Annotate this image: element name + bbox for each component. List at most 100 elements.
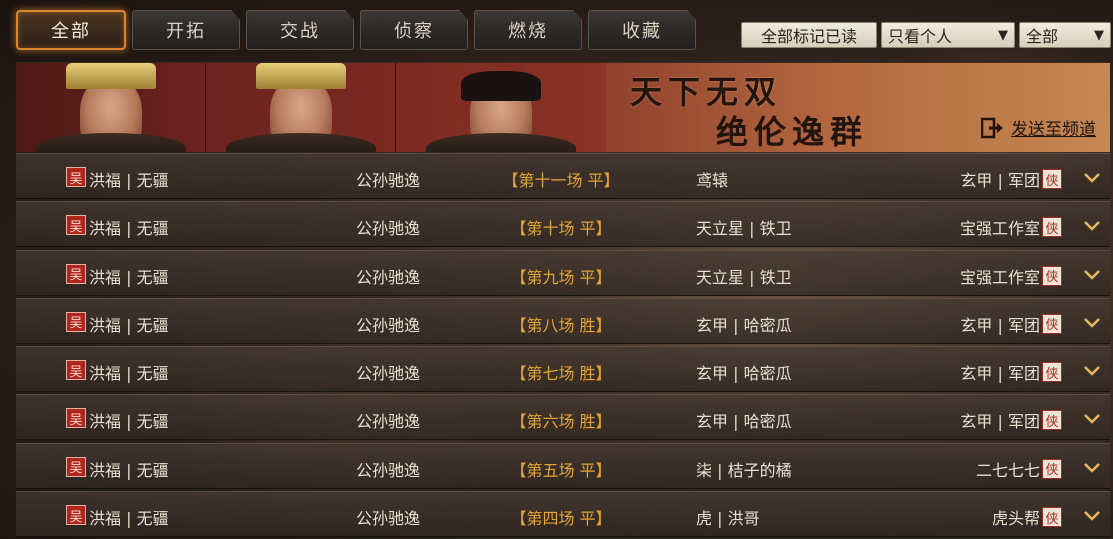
tab-battle[interactable]: 交战 [246,10,354,50]
battle-row[interactable]: 吴 洪福 | 无疆 公孙驰逸 【第五场 平】 柒 | 桔子的橘 二七七七 侠 [16,442,1110,489]
hero-badge: 侠 [1042,217,1062,238]
hero-hair [461,71,541,101]
battle-row[interactable]: 吴 洪福 | 无疆 公孙驰逸 【第八场 胜】 玄甲 | 哈密瓜 玄甲 | 军团 … [16,297,1110,344]
faction-badge: 吴 [66,311,86,332]
hero-portrait [396,63,606,152]
filter-controls: 全部标记已读 只看个人 ▼ 全部 ▼ [741,22,1111,48]
match-result: 【第十场 平】 [510,219,612,239]
defender-group: 玄甲 | 军团 侠 [960,312,1062,336]
battle-row[interactable]: 吴 洪福 | 无疆 公孙驰逸 【第六场 胜】 玄甲 | 哈密瓜 玄甲 | 军团 … [16,394,1110,441]
defender-group-label: 宝强工作室 [959,267,1040,287]
chevron-down-icon[interactable] [1082,167,1102,187]
chevron-down-icon[interactable] [1082,457,1102,477]
scope-filter-dropdown[interactable]: 全部 ▼ [1019,22,1111,48]
hero-portrait [206,63,396,152]
tab-expand[interactable]: 开拓 [132,10,240,50]
attacker-name: 洪福 | 无疆 [89,315,169,335]
hero-badge: 侠 [1042,265,1062,286]
match-result: 【第八场 胜】 [510,315,612,335]
faction-badge: 吴 [66,360,86,381]
attacker-hero: 公孙驰逸 [356,219,421,239]
personal-filter-label: 只看个人 [888,27,953,46]
attacker-name: 洪福 | 无疆 [89,171,169,190]
defender-name: 玄甲 | 哈密瓜 [696,315,792,335]
hero-robe [426,133,576,152]
battle-row[interactable]: 吴 洪福 | 无疆 公孙驰逸 【第七场 胜】 玄甲 | 哈密瓜 玄甲 | 军团 … [16,346,1110,393]
tab-all[interactable]: 全部 [16,10,126,50]
defender-group: 宝强工作室 侠 [960,215,1062,239]
banner-subtitle: 绝伦逸群 [716,113,869,151]
match-result: 【第四场 平】 [510,509,612,529]
attacker-name: 洪福 | 无疆 [89,460,169,480]
hero-badge: 侠 [1042,507,1062,528]
send-to-channel-label: 发送至频道 [1011,120,1096,140]
faction-badge: 吴 [66,456,86,477]
faction-badge: 吴 [66,215,86,236]
defender-group: 二七七七 侠 [976,457,1062,481]
defender-group-label: 宝强工作室 [959,219,1040,239]
chevron-down-icon[interactable] [1082,312,1102,332]
faction-badge: 吴 [66,408,86,429]
attacker-name: 洪福 | 无疆 [89,412,169,432]
hero-badge: 侠 [1042,458,1062,479]
mark-all-read-button[interactable]: 全部标记已读 [741,22,877,48]
attacker-name: 洪福 | 无疆 [89,219,169,239]
defender-group: 虎头帮 侠 [992,505,1062,529]
match-result: 【第六场 胜】 [510,412,612,432]
attacker-hero: 公孙驰逸 [356,509,421,529]
tab-scout[interactable]: 侦察 [360,10,468,50]
chevron-down-icon[interactable] [1082,408,1102,428]
faction-badge: 吴 [66,263,86,284]
hero-badge: 侠 [1042,410,1062,431]
attacker-hero: 公孙驰逸 [356,171,421,190]
battle-row[interactable]: 吴 洪福 | 无疆 公孙驰逸 【第十场 平】 天立星 | 铁卫 宝强工作室 侠 [16,201,1110,248]
hero-crown [255,63,346,89]
chevron-down-icon[interactable] [1082,215,1102,235]
defender-group: 玄甲 | 军团 侠 [960,167,1062,191]
defender-name: 鸢辕 [696,171,729,190]
personal-filter-dropdown[interactable]: 只看个人 ▼ [881,22,1015,48]
defender-group: 玄甲 | 军团 侠 [960,408,1062,432]
defender-group-label: 玄甲 | 军团 [960,315,1040,335]
faction-badge: 吴 [66,167,86,187]
tab-favorites[interactable]: 收藏 [588,10,696,50]
defender-name: 柒 | 桔子的橘 [696,460,792,480]
attacker-name: 洪福 | 无疆 [89,509,169,529]
attacker-hero: 公孙驰逸 [356,267,421,287]
defender-group: 宝强工作室 侠 [960,264,1062,288]
battle-report-list: 吴 洪福 | 无疆 公孙驰逸 【第十一场 平】 鸢辕 玄甲 | 军团 侠 吴 洪… [16,153,1110,539]
defender-name: 虎 | 洪哥 [696,509,760,529]
defender-name: 天立星 | 铁卫 [696,219,792,239]
defender-name: 玄甲 | 哈密瓜 [696,364,792,384]
chevron-down-icon[interactable] [1082,360,1102,380]
hero-badge: 侠 [1042,313,1062,334]
share-exit-icon [981,117,1005,139]
achievement-banner: 天下无双 绝伦逸群 发送至频道 [16,62,1110,152]
defender-name: 玄甲 | 哈密瓜 [696,412,792,432]
battle-row[interactable]: 吴 洪福 | 无疆 公孙驰逸 【第十一场 平】 鸢辕 玄甲 | 军团 侠 [16,153,1110,199]
faction-badge: 吴 [66,505,86,526]
attacker-hero: 公孙驰逸 [356,364,421,384]
defender-group-label: 玄甲 | 军团 [960,412,1040,432]
hero-robe [225,133,376,152]
match-result: 【第十一场 平】 [502,171,620,190]
match-result: 【第七场 胜】 [510,364,612,384]
battle-row[interactable]: 吴 洪福 | 无疆 公孙驰逸 【第四场 平】 虎 | 洪哥 虎头帮 侠 [16,491,1110,538]
battle-row[interactable]: 吴 洪福 | 无疆 公孙驰逸 【第九场 平】 天立星 | 铁卫 宝强工作室 侠 [16,249,1110,296]
scope-filter-label: 全部 [1026,27,1059,46]
attacker-hero: 公孙驰逸 [356,412,421,432]
send-to-channel-button[interactable]: 发送至频道 [981,115,1096,140]
hero-portrait [16,63,206,152]
chevron-down-icon[interactable] [1082,505,1102,525]
defender-group-label: 虎头帮 [991,509,1040,529]
dropdown-caret-icon: ▼ [998,27,1008,43]
tab-burn[interactable]: 燃烧 [474,10,582,50]
hero-crown [65,63,156,89]
defender-group-label: 二七七七 [975,460,1040,480]
defender-group-label: 玄甲 | 军团 [960,171,1040,190]
chevron-down-icon[interactable] [1082,264,1102,284]
category-tabs: 全部 开拓 交战 侦察 燃烧 收藏 [16,10,696,54]
attacker-name: 洪福 | 无疆 [89,267,169,287]
defender-name: 天立星 | 铁卫 [696,267,792,287]
match-result: 【第五场 平】 [510,460,612,480]
